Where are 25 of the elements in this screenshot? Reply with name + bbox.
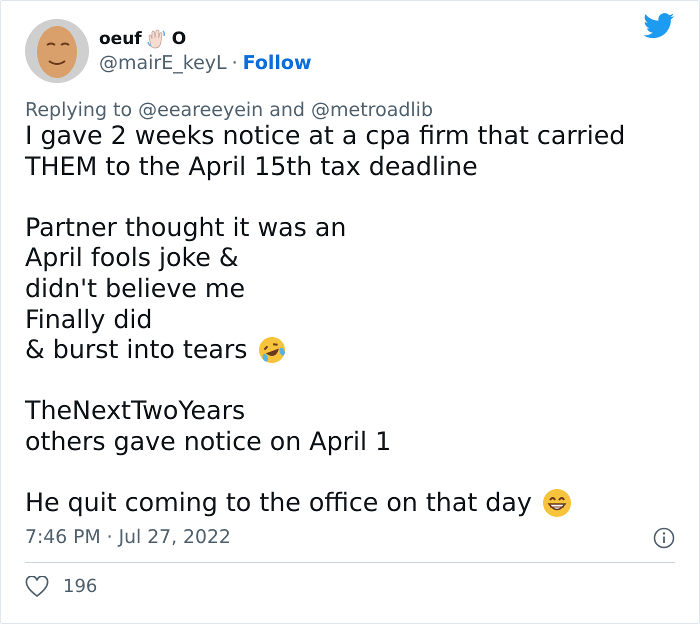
tweet-text-line: He quit coming to the office on that day xyxy=(25,488,532,519)
display-name: oeuf xyxy=(99,29,142,49)
separator-dot: · xyxy=(232,52,238,74)
bird-logo-icon[interactable] xyxy=(643,13,675,39)
waving-hand-icon xyxy=(146,28,168,50)
egg-face-icon xyxy=(35,23,79,79)
grinning-face-icon xyxy=(542,488,572,518)
tweet-timestamp[interactable]: 7:46 PM · Jul 27, 2022 xyxy=(25,527,231,548)
info-icon[interactable] xyxy=(653,526,675,549)
replying-to-text: Replying to @eeareeyein and @metroadlib xyxy=(25,99,434,121)
tweet-text-line: Partner thought it was an xyxy=(25,212,346,244)
tweet-text-line: & burst into tears xyxy=(25,335,248,366)
user-handle[interactable]: @mairE_keyL xyxy=(99,52,227,74)
laughing-face-icon xyxy=(257,335,288,366)
follow-link[interactable]: Follow xyxy=(242,52,312,74)
tweet-text-line: I gave 2 weeks notice at a cpa firm that carried xyxy=(25,121,626,152)
tweet-text-line: Finally did xyxy=(25,304,152,336)
tweet-text-line: didn't believe me xyxy=(25,274,246,305)
like-count: 196 xyxy=(63,576,98,598)
tweet-text-line: TheNextTwoYears xyxy=(25,396,246,427)
heart-icon[interactable] xyxy=(25,576,49,598)
tweet-text-line: THEM to the April 15th tax deadline xyxy=(25,152,478,182)
tweet-text-line: April fools joke & xyxy=(25,243,239,274)
tweet-text-line: others gave notice on April 1 xyxy=(25,426,392,458)
display-name-suffix: O xyxy=(172,29,186,49)
